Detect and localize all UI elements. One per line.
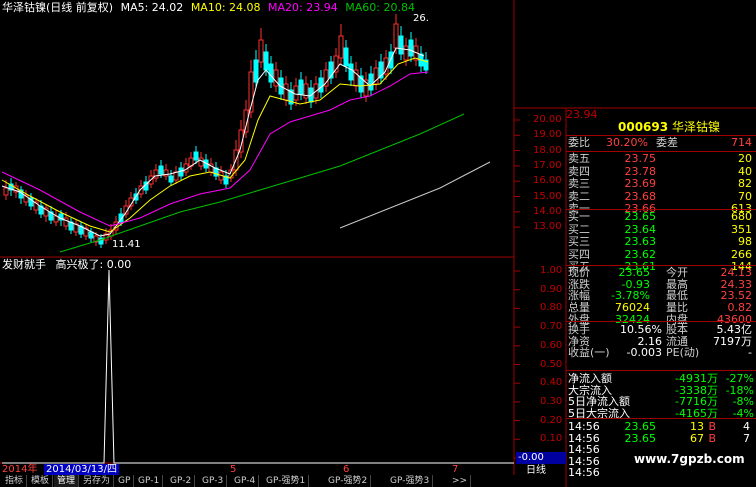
panel-divider [566, 370, 756, 371]
fund-value: - [748, 346, 752, 360]
tab->>[interactable]: >> [449, 475, 472, 487]
stock-name: 华泽钴镍 [672, 120, 721, 134]
candle-body [253, 59, 259, 83]
panel-divider [566, 151, 756, 152]
panel-divider [566, 321, 756, 322]
indicator-tick-label: 0.90 [540, 283, 563, 295]
ma20-label: MA20: 23.94 [268, 1, 338, 14]
watermark: www.7gpzb.com [634, 452, 745, 466]
panel-divider [566, 209, 756, 210]
indicator-tick-label: 0.40 [540, 377, 563, 389]
tick-time: 14:56 [568, 466, 600, 479]
candle-body [343, 47, 349, 67]
candle-body [258, 39, 264, 63]
indicator-title[interactable]: 发财就手 [2, 258, 46, 271]
candle-body [168, 175, 174, 183]
candle-body [198, 157, 204, 167]
indicator-tick-label: 0.80 [540, 302, 563, 314]
tick-row: 14:56 [566, 466, 756, 480]
stock-terminal-window: 华泽钴镍(日线 前复权) MA5: 24.02 MA10: 24.08 MA20… [0, 0, 756, 487]
low-price-label: 11.41 [112, 239, 141, 250]
indicator-bottom-value: -0.00 [516, 452, 566, 464]
indicator-label: 高兴极了: 0.00 [55, 258, 132, 271]
trend-line [339, 161, 491, 229]
candle-body [293, 85, 299, 101]
indicator-tick-label: 0.30 [540, 395, 563, 407]
price-tick-label: 16.00 [533, 175, 562, 187]
candle-body [3, 187, 9, 196]
fund-value: -0.003 [626, 346, 662, 360]
indicator-tick-label: 0.10 [540, 433, 563, 445]
candle-body [268, 63, 274, 83]
panel-divider [566, 135, 756, 136]
ma60-line [59, 113, 465, 253]
tab-GP-1[interactable]: GP-1 [135, 475, 164, 487]
stock-header: 000693 华泽钴镍 [566, 120, 756, 135]
tab-管理[interactable]: 管理 [54, 475, 80, 487]
tab-GP-2[interactable]: GP-2 [167, 475, 196, 487]
price-tick-label: 19.00 [533, 129, 562, 141]
candle-body [338, 35, 344, 59]
stock-title: 华泽钴镍(日线 前复权) [2, 1, 114, 14]
candle-body [318, 77, 324, 93]
tab-GP-强势2[interactable]: GP-强势2 [325, 475, 372, 487]
candle-body [88, 231, 94, 239]
ma60-label: MA60: 20.84 [345, 1, 415, 14]
ma-legend: 华泽钴镍(日线 前复权) MA5: 24.02 MA10: 24.08 MA20… [2, 1, 419, 15]
indicator-tick-label: 1.00 [540, 265, 563, 276]
candle-body [193, 151, 199, 161]
tab-模板[interactable]: 模板 [28, 475, 54, 487]
panel-divider [566, 265, 756, 266]
candle-body [63, 217, 69, 227]
period-selector[interactable]: 日线 [526, 465, 546, 477]
tab-GP-强势3[interactable]: GP-强势3 [387, 475, 434, 487]
candle-body [398, 35, 404, 55]
fund-row: 收益(一) -0.003 PE(动) - [566, 346, 756, 360]
indicator-tab-bar: 指标 模板 管理 另存为 GP GP-1 GP-2 GP-3 GP-4 GP-强势1 GP-强势2 G… [0, 475, 520, 487]
indicator-tick-label: 0.70 [540, 321, 563, 333]
candle-body [298, 79, 304, 95]
panel-divider [566, 418, 756, 419]
candle-body [263, 51, 269, 71]
fund-label: PE(动) [666, 346, 700, 360]
ma5-label: MA5: 24.02 [120, 1, 184, 14]
tab-GP-4[interactable]: GP-4 [231, 475, 260, 487]
tab-GP-3[interactable]: GP-3 [199, 475, 228, 487]
tab-GP[interactable]: GP [115, 475, 135, 487]
candle-body [393, 23, 399, 49]
stock-code: 000693 [618, 120, 669, 134]
price-tick-label: 18.00 [533, 144, 562, 156]
tab-另存为[interactable]: 另存为 [80, 475, 115, 487]
indicator-tick-label: 0.60 [540, 339, 563, 351]
tab-指标[interactable]: 指标 [2, 475, 28, 487]
candle-body [408, 39, 414, 57]
candle-body [283, 83, 289, 101]
tab-GP-强势1[interactable]: GP-强势1 [263, 475, 310, 487]
price-tick-label: 20.00 [533, 114, 562, 125]
price-tick-label: 13.00 [533, 221, 562, 233]
candle-body [178, 167, 184, 177]
weibi-row: 委比 30.20% 委差 714 [568, 136, 752, 149]
indicator-line [2, 269, 514, 464]
candle-body [368, 73, 374, 91]
price-tick-label: 14.00 [533, 205, 562, 217]
high-price-label: 26. [413, 13, 429, 24]
price-tick-label: 17.00 [533, 159, 562, 171]
candle-body [403, 45, 409, 61]
indicator-tick-label: 0.20 [540, 414, 563, 426]
indicator-header: 发财就手 高兴极了: 0.00 [2, 258, 131, 271]
candle-body [348, 63, 354, 81]
price-tick-label: 15.00 [533, 190, 562, 202]
candle-body [158, 165, 164, 175]
ma10-label: MA10: 24.08 [190, 1, 261, 14]
candle-body [323, 69, 329, 87]
indicator-tick-label: 0.50 [540, 358, 563, 370]
